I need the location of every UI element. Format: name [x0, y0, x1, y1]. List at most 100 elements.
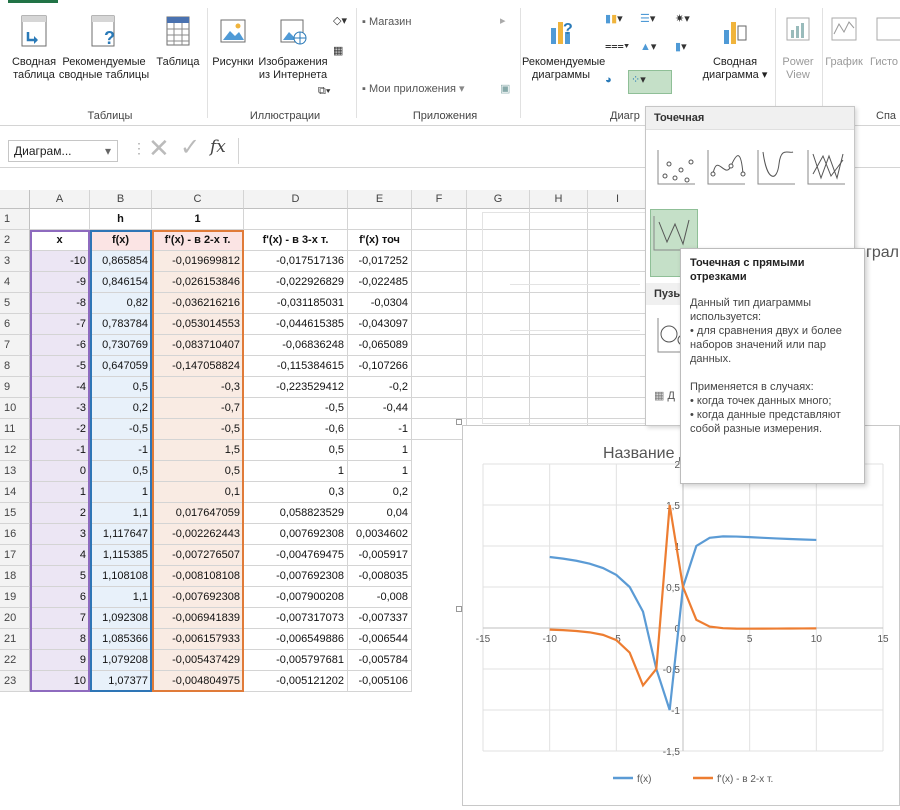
cell-b11[interactable]: -0,5: [90, 419, 152, 440]
cell-c13[interactable]: 0,5: [152, 461, 244, 482]
row-header[interactable]: 21: [0, 629, 30, 650]
row-header[interactable]: 19: [0, 587, 30, 608]
cell-c22[interactable]: -0,005437429: [152, 650, 244, 671]
cell-a20[interactable]: 7: [30, 608, 90, 629]
select-all-corner[interactable]: [0, 190, 30, 209]
cell-d12[interactable]: 0,5: [244, 440, 348, 461]
power-view-button[interactable]: Power View: [778, 14, 818, 82]
cell-empty[interactable]: [412, 209, 467, 230]
cell-b5[interactable]: 0,82: [90, 293, 152, 314]
bing-maps-icon[interactable]: ▸: [500, 14, 506, 27]
cell-empty[interactable]: [412, 398, 467, 419]
cell-e11[interactable]: -1: [348, 419, 412, 440]
table-button[interactable]: Таблица: [152, 14, 204, 69]
cell-a23[interactable]: 10: [30, 671, 90, 692]
cell-c19[interactable]: -0,007692308: [152, 587, 244, 608]
column-header-f[interactable]: F: [412, 190, 467, 209]
cell-c15[interactable]: 0,017647059: [152, 503, 244, 524]
people-graph-icon[interactable]: ▣: [500, 82, 510, 95]
cell-a22[interactable]: 9: [30, 650, 90, 671]
cell-e5[interactable]: -0,0304: [348, 293, 412, 314]
cell-c18[interactable]: -0,008108108: [152, 566, 244, 587]
cell-c8[interactable]: -0,147058824: [152, 356, 244, 377]
recommended-pivot-button[interactable]: ? Рекомендуемые сводные таблицы: [58, 14, 150, 82]
cell-e3[interactable]: -0,017252: [348, 251, 412, 272]
cell-d10[interactable]: -0,5: [244, 398, 348, 419]
row-header[interactable]: 3: [0, 251, 30, 272]
cell-e7[interactable]: -0,065089: [348, 335, 412, 356]
cell-a13[interactable]: 0: [30, 461, 90, 482]
area-chart-icon[interactable]: ▲▾: [640, 40, 656, 53]
bar-chart-icon[interactable]: ☰▾: [640, 12, 655, 25]
cell-b20[interactable]: 1,092308: [90, 608, 152, 629]
cell-c17[interactable]: -0,007276507: [152, 545, 244, 566]
cell-a18[interactable]: 5: [30, 566, 90, 587]
function-icon[interactable]: fx: [210, 137, 226, 157]
cell-a2[interactable]: x: [30, 230, 90, 251]
combo-chart-icon[interactable]: ▮▾: [675, 40, 687, 53]
row-header[interactable]: 5: [0, 293, 30, 314]
column-chart-icon[interactable]: ▮▮▾: [605, 12, 623, 25]
cell-e23[interactable]: -0,005106: [348, 671, 412, 692]
cell-a5[interactable]: -8: [30, 293, 90, 314]
row-header[interactable]: 14: [0, 482, 30, 503]
column-header-i[interactable]: I: [588, 190, 648, 209]
cell-c9[interactable]: -0,3: [152, 377, 244, 398]
cell-d9[interactable]: -0,223529412: [244, 377, 348, 398]
cell-c14[interactable]: 0,1: [152, 482, 244, 503]
cell-c21[interactable]: -0,006157933: [152, 629, 244, 650]
cell-a14[interactable]: 1: [30, 482, 90, 503]
row-header[interactable]: 12: [0, 440, 30, 461]
screenshot-icon[interactable]: ⧉▾: [318, 85, 330, 98]
hierarchy-chart-icon[interactable]: ⩶▾: [605, 40, 629, 53]
row-header[interactable]: 23: [0, 671, 30, 692]
row-header[interactable]: 16: [0, 524, 30, 545]
cell-d17[interactable]: -0,004769475: [244, 545, 348, 566]
cell-d22[interactable]: -0,005797681: [244, 650, 348, 671]
cell-d21[interactable]: -0,006549886: [244, 629, 348, 650]
cell-e6[interactable]: -0,043097: [348, 314, 412, 335]
cell-b18[interactable]: 1,108108: [90, 566, 152, 587]
cell-d11[interactable]: -0,6: [244, 419, 348, 440]
cell-b10[interactable]: 0,2: [90, 398, 152, 419]
cell-a8[interactable]: -5: [30, 356, 90, 377]
cell-b14[interactable]: 1: [90, 482, 152, 503]
cell-e8[interactable]: -0,107266: [348, 356, 412, 377]
name-box[interactable]: Диаграм... ▾: [8, 140, 118, 162]
cell-c10[interactable]: -0,7: [152, 398, 244, 419]
cell-c23[interactable]: -0,004804975: [152, 671, 244, 692]
cell-b22[interactable]: 1,079208: [90, 650, 152, 671]
cell-e16[interactable]: 0,0034602: [348, 524, 412, 545]
radar-chart-icon[interactable]: ✷▾: [675, 12, 690, 25]
row-header[interactable]: 10: [0, 398, 30, 419]
cell-empty[interactable]: [412, 251, 467, 272]
cell-e1[interactable]: [348, 209, 412, 230]
cell-d1[interactable]: [244, 209, 348, 230]
cell-a19[interactable]: 6: [30, 587, 90, 608]
row-header[interactable]: 15: [0, 503, 30, 524]
cell-b3[interactable]: 0,865854: [90, 251, 152, 272]
cell-d4[interactable]: -0,022926829: [244, 272, 348, 293]
smartart-icon[interactable]: ▦: [333, 44, 343, 57]
cell-b15[interactable]: 1,1: [90, 503, 152, 524]
sparkline-column-button[interactable]: Гисто: [870, 14, 900, 69]
column-header-g[interactable]: G: [467, 190, 530, 209]
cell-empty[interactable]: [412, 272, 467, 293]
cell-b9[interactable]: 0,5: [90, 377, 152, 398]
cell-b17[interactable]: 1,115385: [90, 545, 152, 566]
cell-b23[interactable]: 1,07377: [90, 671, 152, 692]
pivot-table-button[interactable]: Сводная таблица: [10, 14, 58, 82]
cell-empty[interactable]: [412, 335, 467, 356]
cell-d16[interactable]: 0,007692308: [244, 524, 348, 545]
cell-a21[interactable]: 8: [30, 629, 90, 650]
cell-e14[interactable]: 0,2: [348, 482, 412, 503]
chevron-down-icon[interactable]: ▾: [105, 144, 111, 158]
row-header[interactable]: 13: [0, 461, 30, 482]
cell-e21[interactable]: -0,006544: [348, 629, 412, 650]
cell-b16[interactable]: 1,117647: [90, 524, 152, 545]
pivot-chart-button[interactable]: Сводная диаграмма ▾: [700, 14, 770, 82]
cell-c6[interactable]: -0,053014553: [152, 314, 244, 335]
row-header[interactable]: 9: [0, 377, 30, 398]
cell-b2[interactable]: f(x): [90, 230, 152, 251]
cell-b8[interactable]: 0,647059: [90, 356, 152, 377]
